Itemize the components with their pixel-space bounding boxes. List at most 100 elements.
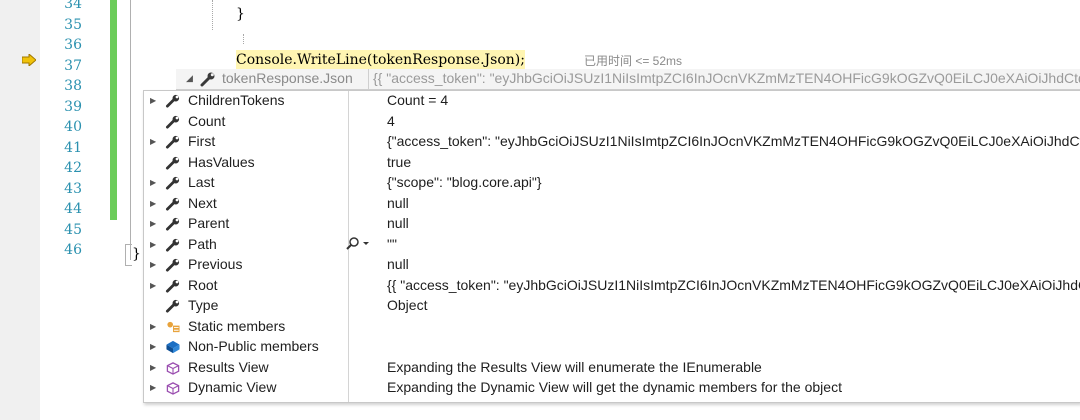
datatip-row-name: Non-Public members [188,338,319,354]
datatip-row-value[interactable]: {"access_token": "eyJhbGciOiJSUzI1NiIsIm… [387,133,1080,149]
outlining-line [130,0,131,260]
datatip-row[interactable]: ▶ Previous null [144,255,1080,276]
code-line-36[interactable]: Console.WriteLine(tokenResponse.Json); [236,50,525,70]
line-number: 37 [64,57,82,74]
wrench-icon [166,94,180,108]
static-members-icon [167,321,180,332]
datatip-row-name: Parent [188,215,230,231]
datatip-row-value[interactable]: Expanding the Dynamic View will get the … [387,379,842,395]
expand-arrow-icon[interactable]: ▶ [150,281,156,290]
datatip-row[interactable]: ▶ Path "" [144,235,1080,256]
line-number: 34 [64,0,82,12]
expand-arrow-icon[interactable]: ▶ [150,322,156,331]
expand-arrow-icon[interactable]: ▶ [150,219,156,228]
line-number: 38 [64,78,82,94]
visualizer-magnifier-icon[interactable] [346,236,374,252]
line-number: 43 [64,180,82,197]
line-number: 46 [64,242,82,258]
datatip-row-value[interactable]: true [387,154,411,170]
datatip-row-value[interactable]: Expanding the Results View will enumerat… [387,359,762,375]
datatip-row[interactable]: ▶ Next null [144,194,1080,215]
datatip-row-name: Root [188,276,218,293]
datatip-expression: tokenResponse.Json [222,70,353,86]
datatip-row-name: Next [188,194,217,211]
datatip-row[interactable]: ▶ Dynamic View Expanding the Dynamic View … [144,378,1080,399]
datatip-row[interactable]: ▶ Parent null [144,214,1080,235]
wrench-icon [166,197,180,211]
datatip-row-name: Path [188,235,217,252]
datatip-row-value[interactable]: null [387,215,409,231]
wrench-icon [166,299,180,313]
wrench-icon [166,115,180,129]
datatip-row-name: Previous [188,256,243,272]
datatip-row[interactable]: ▶ Root {{ "access_token": "eyJhbGciOiJSUzI… [144,276,1080,297]
code-line-34: } [236,6,245,22]
datatip-row-name: Dynamic View [188,379,277,395]
datatip-header-value[interactable]: {{ "access_token": "eyJhbGciOiJSUzI1NiIs… [373,70,1080,86]
wrench-icon [166,217,180,231]
datatip-row[interactable]: ▶ Static members [144,317,1080,338]
datatip-row[interactable]: ▶ Non-Public members [144,337,1080,358]
expand-arrow-icon[interactable]: ▶ [150,240,156,249]
collapse-bracket [125,244,132,266]
line-number: 36 [64,37,82,53]
expand-arrow-icon[interactable]: ▶ [150,178,156,187]
line-number-gutter: 34 35 36 37 38 39 40 41 42 43 44 45 46 [40,0,110,420]
datatip-row[interactable]: ▶ Last {"scope": "blog.core.api"} [144,173,1080,194]
datatip-row-name: HasValues [188,153,255,170]
datatip-row-name: First [188,133,216,149]
datatip-panel: ▶ ChildrenTokens Count = 4 Count 4 ▶ First {"ac… [143,90,1080,403]
datatip-row-name: ChildrenTokens [188,92,285,108]
expand-arrow-icon[interactable]: ▶ [150,383,156,392]
non-public-members-icon [166,340,180,354]
datatip-row-value[interactable]: {"scope": "blog.core.api"} [387,174,542,190]
datatip-row-name: Type [188,297,219,313]
wrench-icon [166,176,180,190]
wrench-icon [166,279,180,293]
column-divider [368,69,369,89]
wrench-icon [166,238,180,252]
expand-arrow-icon[interactable]: ▶ [150,96,156,105]
perf-tip[interactable]: 已用时间 <= 52ms [584,52,682,69]
expand-arrow-icon[interactable]: ◢ [186,73,193,84]
datatip-row-value[interactable]: Count = 4 [387,92,448,108]
datatip-row[interactable]: ▶ Results View Expanding the Results View … [144,358,1080,379]
datatip-row-value[interactable]: Object [387,297,427,313]
datatip-row-name: Results View [188,358,269,375]
wrench-icon [200,72,215,87]
datatip-row-value[interactable]: null [387,195,409,211]
dynamic-view-icon [166,382,180,395]
change-tracking-bar [110,0,117,220]
expand-arrow-icon[interactable]: ▶ [150,342,156,351]
wrench-icon [166,156,180,170]
datatip-row[interactable]: ▶ ChildrenTokens Count = 4 [144,91,1080,112]
current-statement-arrow-icon [22,54,36,66]
line-number: 42 [64,160,82,176]
line-number: 40 [64,119,82,135]
datatip-row[interactable]: Count 4 [144,112,1080,133]
wrench-icon [166,135,180,149]
line-number: 45 [64,221,82,238]
datatip-row-value[interactable]: {{ "access_token": "eyJhbGciOiJSUzI1NiIs… [387,277,1080,293]
datatip-row[interactable]: ▶ First {"access_token": "eyJhbGciOiJSUzI1… [144,132,1080,153]
line-number: 39 [64,98,82,115]
line-number: 35 [64,16,82,33]
datatip-row-value[interactable]: "" [387,236,397,252]
datatip-row-value[interactable]: null [387,256,409,272]
datatip-row-value[interactable]: 4 [387,113,395,129]
expand-arrow-icon[interactable]: ▶ [150,363,156,372]
code-line-45: } [132,246,141,262]
line-number: 44 [64,201,82,217]
line-number: 41 [64,139,82,156]
datatip-row[interactable]: Type Object [144,296,1080,317]
datatip-row-name: Count [188,112,226,129]
expand-arrow-icon[interactable]: ▶ [150,260,156,269]
datatip-header[interactable]: ◢ tokenResponse.Json {{ "access_token": … [176,69,1080,90]
wrench-icon [166,258,180,272]
datatip-row-name: Static members [188,317,286,334]
expand-arrow-icon[interactable]: ▶ [150,137,156,146]
datatip-row-name: Last [188,174,215,190]
results-view-icon [166,361,180,375]
expand-arrow-icon[interactable]: ▶ [150,199,156,208]
datatip-row[interactable]: HasValues true [144,153,1080,174]
